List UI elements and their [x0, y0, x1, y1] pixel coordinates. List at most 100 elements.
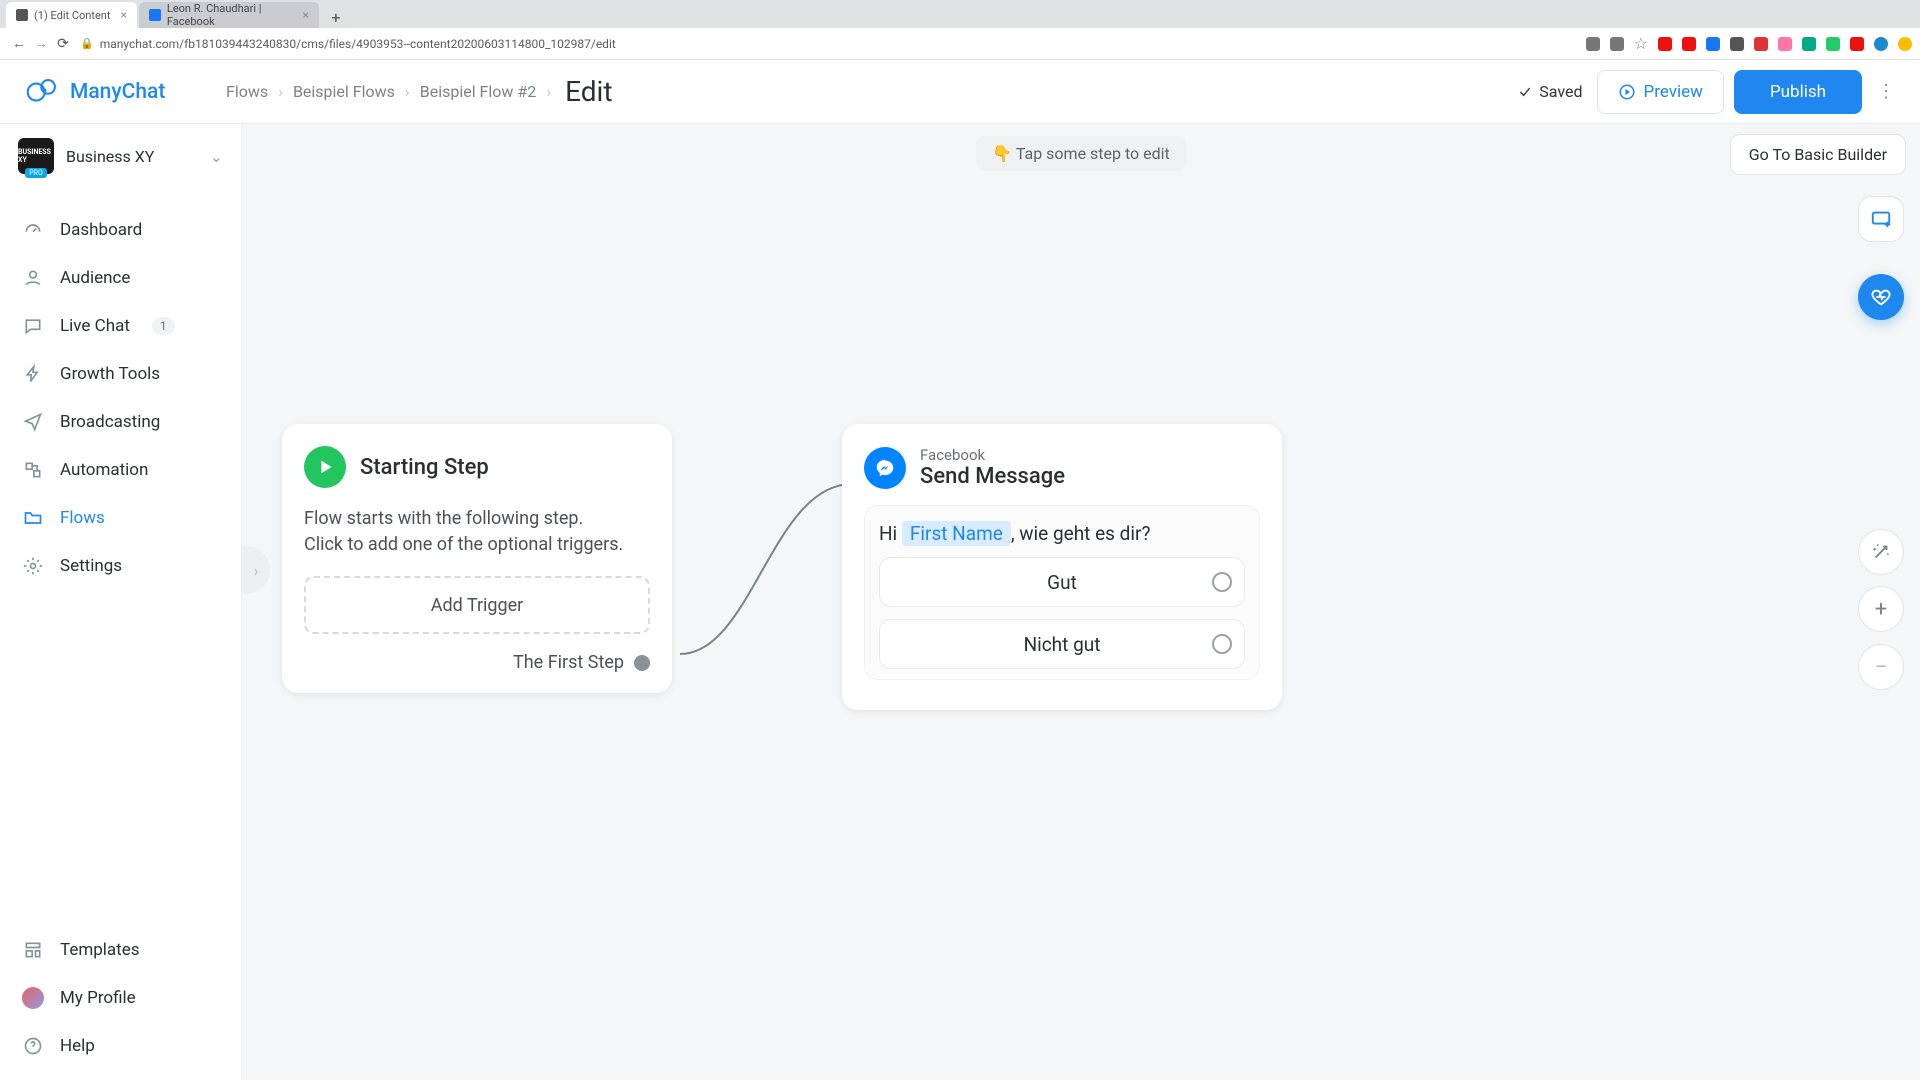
reload-button[interactable]: ⟳	[52, 33, 74, 55]
flow-canvas[interactable]: 👇 Tap some step to edit Go To Basic Buil…	[242, 124, 1920, 1080]
user-icon	[22, 267, 44, 289]
checkmark-icon	[1517, 84, 1533, 100]
sidebar-item-flows[interactable]: Flows	[0, 494, 241, 542]
ext-icon[interactable]	[1826, 37, 1840, 51]
crumb-folder[interactable]: Beispiel Flows	[293, 82, 395, 101]
send-message-node[interactable]: Facebook Send Message Hi First Name, wie…	[842, 424, 1282, 710]
sidebar-item-profile[interactable]: My Profile	[0, 974, 241, 1022]
wand-icon	[1870, 541, 1892, 563]
logo-icon	[26, 75, 60, 109]
flow-edge	[662, 454, 872, 684]
messenger-icon	[864, 447, 906, 489]
add-panel-button[interactable]	[1858, 196, 1904, 242]
browser-tab-inactive[interactable]: Leon R. Chaudhari | Facebook ×	[139, 2, 319, 28]
canvas-hint: 👇 Tap some step to edit	[976, 136, 1186, 171]
address-bar[interactable]: manychat.com/fb181039443240830/cms/files…	[100, 37, 1586, 51]
sidebar-item-automation[interactable]: Automation	[0, 446, 241, 494]
ext-icon[interactable]	[1850, 37, 1864, 51]
node-title: Send Message	[920, 464, 1065, 489]
ext-icon[interactable]	[1706, 37, 1720, 51]
sidebar-item-label: Audience	[60, 268, 130, 288]
publish-button[interactable]: Publish	[1734, 70, 1862, 114]
new-tab-button[interactable]: +	[325, 6, 347, 28]
extension-icons: ☆	[1586, 34, 1912, 53]
output-port-icon[interactable]	[1212, 572, 1232, 592]
browser-tab-strip: (1) Edit Content × Leon R. Chaudhari | F…	[0, 0, 1920, 28]
node-title: Starting Step	[360, 455, 489, 480]
auto-arrange-button[interactable]	[1858, 529, 1904, 575]
ext-icon[interactable]	[1754, 37, 1768, 51]
tab-title: Leon R. Chaudhari | Facebook	[167, 2, 293, 28]
pro-badge: PRO	[25, 168, 47, 178]
node-subtitle: Facebook	[920, 446, 1065, 464]
zoom-in-button[interactable]: +	[1858, 586, 1904, 632]
quick-reply-button[interactable]: Nicht gut	[879, 619, 1245, 669]
app-topbar: ManyChat Flows › Beispiel Flows › Beispi…	[0, 60, 1920, 124]
first-step-label: The First Step	[513, 652, 624, 673]
close-icon[interactable]: ×	[120, 8, 126, 22]
zoom-out-button[interactable]: −	[1858, 644, 1904, 690]
sidebar-item-broadcasting[interactable]: Broadcasting	[0, 398, 241, 446]
ext-icon[interactable]	[1802, 37, 1816, 51]
sidebar-item-settings[interactable]: Settings	[0, 542, 241, 590]
preview-button[interactable]: Preview	[1597, 70, 1724, 114]
profile-avatar-icon[interactable]	[1874, 37, 1888, 51]
workspace-name: Business XY	[66, 147, 198, 166]
sidebar-item-dashboard[interactable]: Dashboard	[0, 206, 241, 254]
sidebar-item-label: Growth Tools	[60, 364, 160, 384]
sidebar-item-label: Templates	[60, 940, 140, 960]
quick-reply-button[interactable]: Gut	[879, 557, 1245, 607]
basic-builder-button[interactable]: Go To Basic Builder	[1730, 134, 1906, 175]
sidebar-item-help[interactable]: Help	[0, 1022, 241, 1070]
ext-icon[interactable]	[1610, 37, 1624, 51]
sidebar-item-label: Automation	[60, 460, 148, 480]
chevron-right-icon: ›	[546, 82, 551, 101]
add-trigger-button[interactable]: Add Trigger	[304, 576, 650, 634]
sidebar-item-livechat[interactable]: Live Chat 1	[0, 302, 241, 350]
crumb-flows[interactable]: Flows	[226, 82, 268, 101]
ext-icon[interactable]	[1586, 37, 1600, 51]
sidebar-item-audience[interactable]: Audience	[0, 254, 241, 302]
more-menu-button[interactable]: ⋮	[1872, 70, 1900, 114]
brand-logo[interactable]: ManyChat	[26, 75, 226, 109]
health-check-button[interactable]	[1858, 274, 1904, 320]
ext-icon[interactable]	[1682, 37, 1696, 51]
ext-icon[interactable]	[1778, 37, 1792, 51]
crumb-flow[interactable]: Beispiel Flow #2	[420, 82, 537, 101]
sidebar-item-label: Live Chat	[60, 316, 130, 336]
tab-favicon	[16, 9, 28, 21]
message-body[interactable]: Hi First Name, wie geht es dir? Gut Nich…	[864, 505, 1260, 680]
chat-icon	[22, 315, 44, 337]
brand-name: ManyChat	[70, 80, 165, 104]
ext-icon[interactable]	[1658, 37, 1672, 51]
sidebar: BUSINESS XY PRO Business XY ⌄ Dashboard …	[0, 124, 242, 1080]
sidebar-item-growth[interactable]: Growth Tools	[0, 350, 241, 398]
templates-icon	[22, 939, 44, 961]
forward-button[interactable]: →	[30, 33, 52, 55]
node-description: Flow starts with the following step. Cli…	[304, 506, 650, 558]
star-icon[interactable]: ☆	[1634, 34, 1648, 53]
quick-reply-label: Nicht gut	[1024, 633, 1101, 656]
back-button[interactable]: ←	[8, 33, 30, 55]
starting-step-node[interactable]: Starting Step Flow starts with the follo…	[282, 424, 672, 693]
sidebar-item-templates[interactable]: Templates	[0, 926, 241, 974]
play-icon	[304, 446, 346, 488]
browser-tab-active[interactable]: (1) Edit Content ×	[6, 2, 137, 28]
chevron-right-icon: ›	[405, 82, 410, 101]
breadcrumb: Flows › Beispiel Flows › Beispiel Flow #…	[226, 75, 612, 108]
panel-plus-icon	[1870, 208, 1892, 230]
output-port-icon[interactable]	[1212, 634, 1232, 654]
first-step-output[interactable]: The First Step	[304, 652, 650, 673]
variable-chip[interactable]: First Name	[902, 521, 1011, 546]
output-port-icon[interactable]	[634, 655, 650, 671]
chevron-right-icon: ›	[278, 82, 283, 101]
unread-badge: 1	[152, 317, 175, 335]
close-icon[interactable]: ×	[302, 8, 308, 22]
save-status-label: Saved	[1539, 82, 1582, 101]
workspace-switcher[interactable]: BUSINESS XY PRO Business XY ⌄	[0, 124, 241, 188]
folder-icon	[22, 507, 44, 529]
preview-icon	[1618, 83, 1636, 101]
automation-icon	[22, 459, 44, 481]
ext-icon[interactable]	[1898, 37, 1912, 51]
ext-icon[interactable]	[1730, 37, 1744, 51]
